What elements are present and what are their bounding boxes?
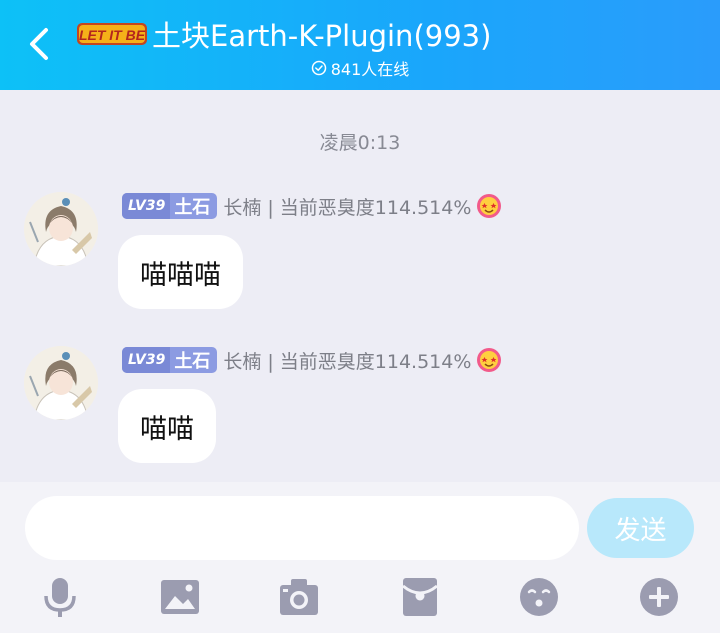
online-count: 841人在线	[330, 60, 410, 79]
message-timestamp: 凌晨0:13	[319, 132, 401, 154]
message-bubble[interactable]: 喵喵喵	[118, 235, 243, 309]
message-meta: LV39 土石 长楠 | 当前恶臭度114.514%	[122, 346, 502, 374]
sender-name[interactable]: 长楠 | 当前恶臭度114.514%	[223, 193, 471, 220]
online-check-icon	[311, 60, 326, 76]
message-input[interactable]	[25, 496, 579, 560]
rank-label: 土石	[174, 197, 211, 218]
level-label: LV39	[122, 347, 171, 373]
chat-header: LET IT BE 土块Earth-K-Plugin(993) 841人在线	[0, 0, 720, 90]
level-label: LV39	[122, 193, 171, 219]
title-row: LET IT BE 土块Earth-K-Plugin(993)	[76, 14, 491, 54]
avatar[interactable]	[24, 192, 98, 266]
image-icon[interactable]	[160, 576, 200, 618]
svg-text:LET IT BE: LET IT BE	[79, 27, 146, 43]
red-packet-icon[interactable]	[400, 576, 440, 618]
message-bubble[interactable]: 喵喵	[118, 389, 216, 463]
avatar[interactable]	[24, 346, 98, 420]
group-logo: LET IT BE	[77, 23, 147, 45]
level-badge: LV39 土石	[122, 347, 218, 373]
microphone-icon[interactable]	[40, 576, 80, 618]
emoji-icon[interactable]	[519, 576, 559, 618]
online-status: 841人在线	[0, 56, 720, 80]
message-meta: LV39 土石 长楠 | 当前恶臭度114.514%	[122, 192, 502, 220]
star-eyes-emoji-icon	[477, 348, 502, 372]
avatar-image	[24, 192, 98, 266]
level-badge: LV39 土石	[122, 193, 218, 219]
input-bar: 发送	[0, 482, 720, 633]
rank-label: 土石	[174, 351, 211, 372]
chat-title: 土块Earth-K-Plugin(993)	[152, 19, 492, 53]
plus-icon[interactable]	[639, 576, 679, 618]
avatar-image	[24, 346, 98, 420]
sender-name[interactable]: 长楠 | 当前恶臭度114.514%	[223, 347, 471, 374]
star-eyes-emoji-icon	[477, 194, 502, 218]
camera-icon[interactable]	[279, 576, 319, 618]
send-button[interactable]: 发送	[587, 498, 694, 558]
